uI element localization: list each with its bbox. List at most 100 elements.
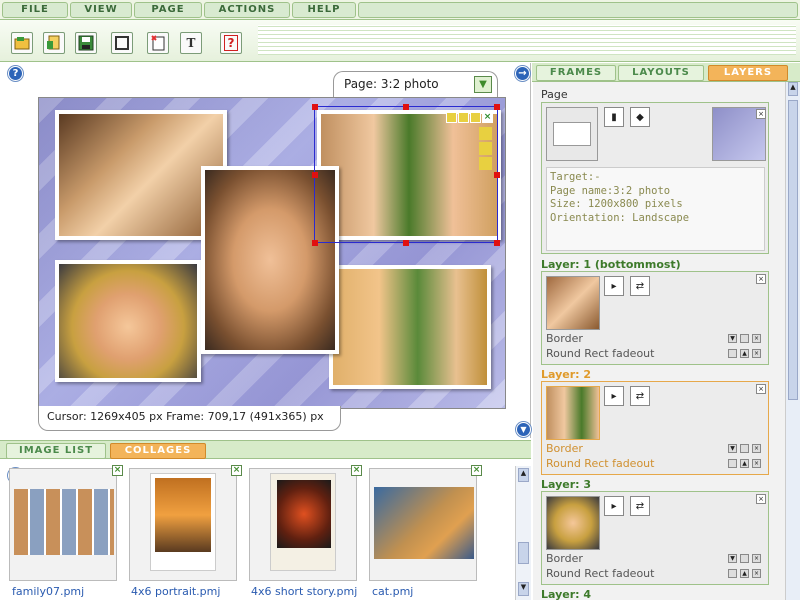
options-icon[interactable] <box>728 569 737 578</box>
open-folder-button[interactable] <box>11 32 33 54</box>
tab-image-list[interactable]: IMAGE LIST <box>6 443 106 459</box>
layers-scrollbar[interactable]: ▲ <box>785 82 800 600</box>
edit-icon[interactable]: ▲ <box>740 459 749 468</box>
close-icon[interactable]: × <box>752 554 761 563</box>
resize-handle[interactable] <box>403 240 409 246</box>
close-icon[interactable]: × <box>231 465 242 476</box>
select-image-icon[interactable]: ▸ <box>604 276 624 296</box>
page-thumbnail[interactable] <box>546 107 598 161</box>
canvas-help-icon[interactable]: ? <box>8 66 23 81</box>
layer-2-group[interactable]: ▸ ⇄ × Border ▼ × Round Rect fadeout ▲ × <box>541 381 769 475</box>
close-icon[interactable]: × <box>752 569 761 578</box>
close-icon[interactable]: × <box>756 384 766 394</box>
collage-name[interactable]: 4x6 short story.pmj <box>251 585 357 598</box>
scroll-thumb[interactable] <box>518 542 529 564</box>
close-icon[interactable]: × <box>482 112 493 123</box>
selection-box[interactable] <box>314 106 498 243</box>
close-icon[interactable]: × <box>351 465 362 476</box>
close-icon[interactable]: × <box>756 494 766 504</box>
menu-view[interactable]: VIEW <box>70 2 132 18</box>
select-image-icon[interactable]: ▸ <box>604 496 624 516</box>
tab-layouts[interactable]: LAYOUTS <box>618 65 704 81</box>
zoom-icon[interactable] <box>446 112 457 123</box>
menu-help[interactable]: HELP <box>292 2 356 18</box>
replace-image-icon[interactable]: ⇄ <box>630 496 650 516</box>
replace-image-icon[interactable]: ⇄ <box>630 386 650 406</box>
collage-photo[interactable] <box>55 260 201 382</box>
collage-name[interactable]: family07.pmj <box>12 585 84 598</box>
close-icon[interactable]: × <box>756 274 766 284</box>
resize-handle[interactable] <box>403 104 409 110</box>
scroll-down-arrow[interactable]: ▼ <box>518 582 529 596</box>
new-file-button[interactable] <box>43 32 65 54</box>
scroll-thumb[interactable] <box>788 100 798 400</box>
edit-icon[interactable]: ▲ <box>740 569 749 578</box>
close-icon[interactable]: × <box>752 444 761 453</box>
resize-handle[interactable] <box>494 240 500 246</box>
close-icon[interactable]: × <box>112 465 123 476</box>
close-icon[interactable]: × <box>752 334 761 343</box>
close-icon[interactable]: × <box>471 465 482 476</box>
tab-collages[interactable]: COLLAGES <box>110 443 206 459</box>
edit-icon[interactable] <box>740 554 749 563</box>
layer-3-border[interactable]: Border <box>546 552 583 565</box>
layer-1-thumbnail[interactable] <box>546 276 600 330</box>
layer-1-effect[interactable]: Round Rect fadeout <box>546 347 654 360</box>
layer-2-thumbnail[interactable] <box>546 386 600 440</box>
frame-button[interactable] <box>111 32 133 54</box>
options-icon[interactable] <box>728 459 737 468</box>
help-button[interactable]: ? <box>220 32 242 54</box>
collage-card[interactable] <box>369 468 477 581</box>
collage-card[interactable] <box>129 468 237 581</box>
options-icon[interactable] <box>728 349 737 358</box>
layer-3-thumbnail[interactable] <box>546 496 600 550</box>
hand-icon[interactable] <box>458 112 469 123</box>
chevron-down-icon[interactable]: ▼ <box>474 76 492 93</box>
move-icon[interactable] <box>479 157 492 170</box>
menu-page[interactable]: PAGE <box>134 2 202 18</box>
edit-icon[interactable] <box>740 334 749 343</box>
layer-up-icon[interactable] <box>479 127 492 140</box>
replace-image-icon[interactable]: ⇄ <box>630 276 650 296</box>
collage-name[interactable]: 4x6 portrait.pmj <box>131 585 220 598</box>
layer-3-effect[interactable]: Round Rect fadeout <box>546 567 654 580</box>
collage-card[interactable] <box>249 468 357 581</box>
menu-actions[interactable]: ACTIONS <box>204 2 290 18</box>
options-icon[interactable]: ▼ <box>728 444 737 453</box>
tab-frames[interactable]: FRAMES <box>536 65 616 81</box>
resize-handle[interactable] <box>494 104 500 110</box>
menu-file[interactable]: FILE <box>2 2 68 18</box>
scroll-up-arrow[interactable]: ▲ <box>518 468 529 482</box>
layer-3-group[interactable]: ▸ ⇄ × Border ▼ × Round Rect fadeout ▲ × <box>541 491 769 585</box>
scroll-down-icon[interactable]: ▼ <box>516 422 531 437</box>
layer-2-border[interactable]: Border <box>546 442 583 455</box>
add-image-button[interactable] <box>147 32 169 54</box>
text-tool-button[interactable]: T <box>180 32 202 54</box>
resize-handle[interactable] <box>312 172 318 178</box>
panel-toggle-icon[interactable]: → <box>515 66 530 81</box>
close-icon[interactable]: × <box>752 349 761 358</box>
edit-icon[interactable] <box>740 444 749 453</box>
close-icon[interactable]: × <box>756 109 766 119</box>
layer-2-effect[interactable]: Round Rect fadeout <box>546 457 654 470</box>
layer-down-icon[interactable] <box>479 142 492 155</box>
fill-bucket-icon[interactable]: ◆ <box>630 107 650 127</box>
resize-handle[interactable] <box>312 240 318 246</box>
resize-handle[interactable] <box>494 172 500 178</box>
page-size-icon[interactable]: ▮ <box>604 107 624 127</box>
layer-1-group[interactable]: ▸ ⇄ × Border ▼ × Round Rect fadeout ▲ × <box>541 271 769 365</box>
options-icon[interactable]: ▼ <box>728 554 737 563</box>
save-button[interactable] <box>75 32 97 54</box>
edit-icon[interactable]: ▲ <box>740 349 749 358</box>
scroll-up-arrow[interactable]: ▲ <box>788 82 798 96</box>
tab-layers[interactable]: LAYERS <box>708 65 788 81</box>
collage-list-scrollbar[interactable]: ▲ ▼ <box>515 466 531 600</box>
layer-1-border[interactable]: Border <box>546 332 583 345</box>
collage-card[interactable] <box>9 468 117 581</box>
rotate-icon[interactable] <box>470 112 481 123</box>
collage-name[interactable]: cat.pmj <box>372 585 413 598</box>
collage-photo[interactable] <box>329 265 491 389</box>
close-icon[interactable]: × <box>752 459 761 468</box>
resize-handle[interactable] <box>312 104 318 110</box>
select-image-icon[interactable]: ▸ <box>604 386 624 406</box>
